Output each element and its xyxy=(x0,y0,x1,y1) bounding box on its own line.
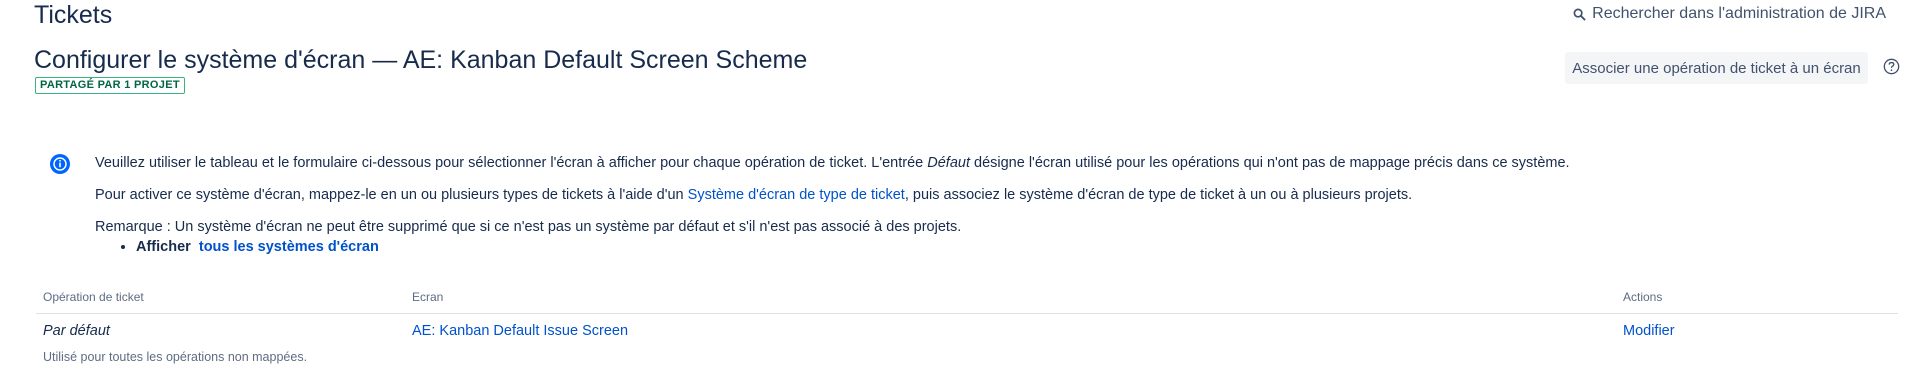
associate-operation-button[interactable]: Associer une opération de ticket à un éc… xyxy=(1565,52,1868,84)
list-item: Afficher tous les systèmes d'écran xyxy=(136,238,379,256)
info-panel: Veuillez utiliser le tableau et le formu… xyxy=(34,140,1894,265)
column-header-operation: Opération de ticket xyxy=(43,290,144,304)
scheme-title: Configurer le système d'écran — AE: Kanb… xyxy=(34,46,808,74)
help-icon[interactable] xyxy=(1883,58,1900,75)
info-paragraph-1: Veuillez utiliser le tableau et le formu… xyxy=(95,155,1570,171)
column-header-actions: Actions xyxy=(1623,290,1663,304)
issue-type-screen-scheme-link[interactable]: Système d'écran de type de ticket xyxy=(688,187,905,203)
search-icon xyxy=(1573,8,1586,21)
operation-name: Par défaut xyxy=(43,323,110,339)
admin-search-link[interactable]: Rechercher dans l'administration de JIRA xyxy=(1573,5,1886,23)
header-divider xyxy=(36,313,1898,314)
info-icon xyxy=(50,154,70,174)
shared-projects-badge[interactable]: PARTAGÉ PAR 1 PROJET xyxy=(35,77,185,94)
all-screen-schemes-link[interactable]: tous les systèmes d'écran xyxy=(199,239,379,255)
info-list: Afficher tous les systèmes d'écran xyxy=(114,238,379,256)
view-label: Afficher xyxy=(136,239,191,255)
admin-search-label: Rechercher dans l'administration de JIRA xyxy=(1592,5,1886,22)
info-paragraph-3: Remarque : Un système d'écran ne peut êt… xyxy=(95,219,962,235)
column-header-screen: Ecran xyxy=(412,290,444,304)
edit-action-link[interactable]: Modifier xyxy=(1623,323,1675,339)
operation-description: Utilisé pour toutes les opérations non m… xyxy=(43,350,308,364)
default-entry-term: Défaut xyxy=(927,155,970,171)
page-title: Tickets xyxy=(34,1,113,29)
screen-link[interactable]: AE: Kanban Default Issue Screen xyxy=(412,323,628,339)
info-paragraph-2: Pour activer ce système d'écran, mappez-… xyxy=(95,187,1413,203)
